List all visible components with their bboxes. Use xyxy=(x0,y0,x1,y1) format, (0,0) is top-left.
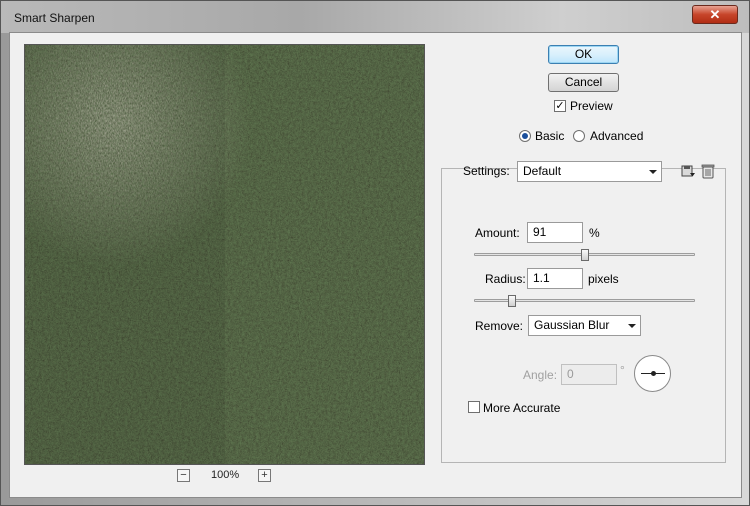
preview-label: Preview xyxy=(570,99,613,113)
title-bar[interactable]: Smart Sharpen ✕ xyxy=(1,1,749,33)
grass-texture-image xyxy=(25,45,424,464)
settings-label: Settings: xyxy=(463,164,510,178)
dialog-body: − 100% + OK Cancel ✓ Preview Basic Advan… xyxy=(9,32,742,498)
basic-radio[interactable] xyxy=(519,130,531,142)
radius-slider-thumb[interactable] xyxy=(507,295,516,307)
amount-label: Amount: xyxy=(475,226,520,240)
remove-value: Gaussian Blur xyxy=(534,318,610,332)
remove-label: Remove: xyxy=(475,319,524,333)
chevron-down-icon xyxy=(649,170,657,174)
settings-value: Default xyxy=(523,164,562,178)
remove-dropdown[interactable]: Gaussian Blur xyxy=(528,315,641,336)
angle-dial[interactable] xyxy=(634,355,671,392)
radius-input[interactable]: 1.1 xyxy=(527,268,583,289)
settings-dropdown[interactable]: Default xyxy=(517,161,662,182)
zoom-in-button[interactable]: + xyxy=(258,469,271,482)
angle-dial-center xyxy=(651,371,656,376)
close-button[interactable]: ✕ xyxy=(692,5,738,24)
smart-sharpen-dialog: Smart Sharpen ✕ − 100% + OK Cancel ✓ Pre… xyxy=(0,0,750,506)
angle-input: 0 xyxy=(561,364,617,385)
basic-label: Basic xyxy=(535,129,565,143)
chevron-down-icon xyxy=(628,324,636,328)
radius-unit: pixels xyxy=(588,272,619,286)
amount-slider-thumb[interactable] xyxy=(580,249,589,261)
cancel-button[interactable]: Cancel xyxy=(548,73,619,92)
save-settings-icon[interactable] xyxy=(680,163,696,179)
ok-button[interactable]: OK xyxy=(548,45,619,64)
advanced-radio[interactable] xyxy=(573,130,585,142)
more-accurate-label: More Accurate xyxy=(483,401,561,415)
zoom-level: 100% xyxy=(211,469,240,481)
preview-image[interactable] xyxy=(24,44,425,465)
preview-checkbox[interactable]: ✓ xyxy=(554,100,566,112)
advanced-label: Advanced xyxy=(590,129,644,143)
amount-unit: % xyxy=(589,226,600,240)
radius-label: Radius: xyxy=(485,272,526,286)
delete-settings-icon[interactable] xyxy=(700,163,716,179)
angle-unit: ° xyxy=(620,363,625,377)
more-accurate-checkbox[interactable] xyxy=(468,401,480,413)
zoom-out-button[interactable]: − xyxy=(177,469,190,482)
angle-label: Angle: xyxy=(523,368,558,382)
amount-input[interactable]: 91 xyxy=(527,222,583,243)
window-title: Smart Sharpen xyxy=(14,11,95,25)
